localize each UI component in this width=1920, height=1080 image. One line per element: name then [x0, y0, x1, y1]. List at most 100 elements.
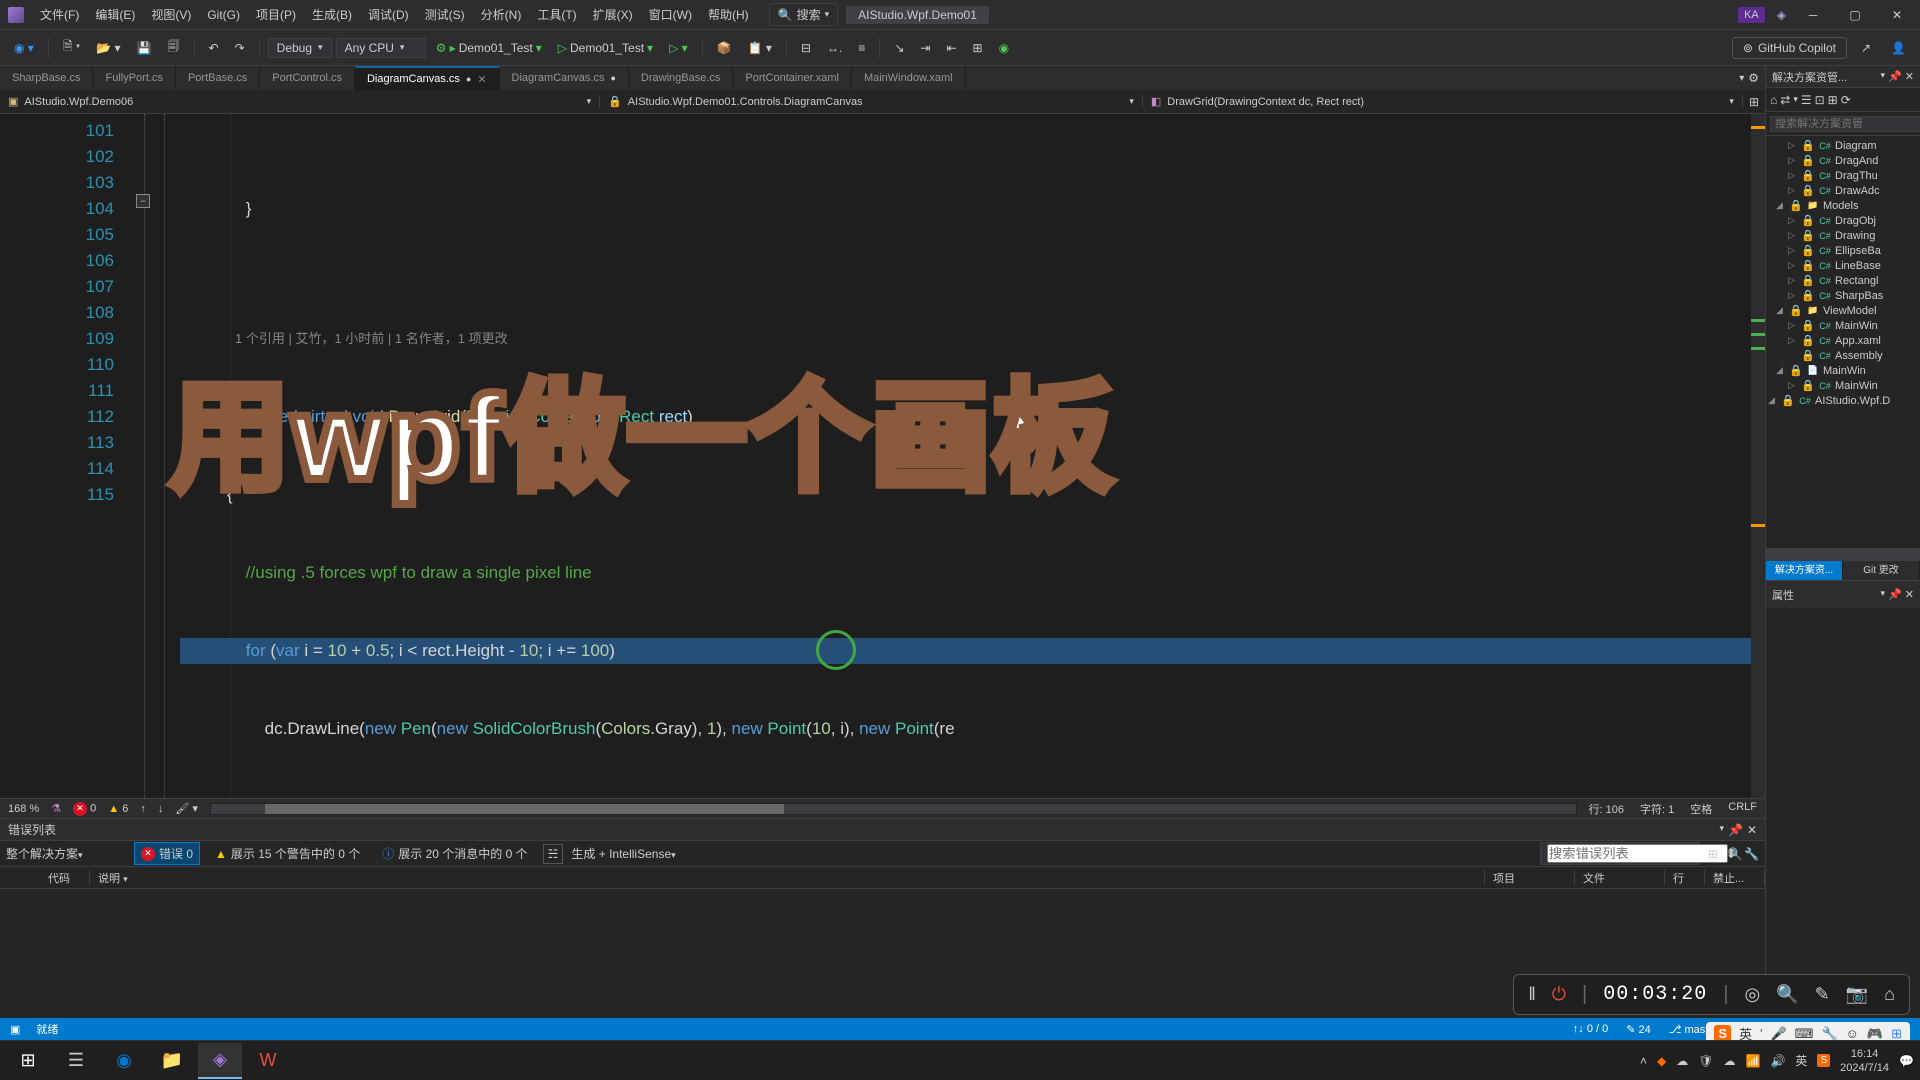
zoom-icon[interactable]: 🔍 — [1776, 984, 1798, 1005]
panel-dropdown-icon[interactable]: ▾ — [1881, 70, 1886, 83]
prop-icon-2[interactable]: ⬇ — [1726, 847, 1736, 861]
tray-brave-icon[interactable]: ◆ — [1657, 1054, 1666, 1068]
minimap-scrollbar[interactable] — [1751, 114, 1765, 798]
hot-reload-button[interactable]: ▷ ▾ — [663, 38, 694, 58]
panel-close-icon[interactable]: ✕ — [1905, 70, 1914, 83]
tab-drawingbase[interactable]: DrawingBase.cs — [629, 66, 733, 90]
new-item-button[interactable]: 🗎 ▾ — [57, 34, 86, 61]
prop-icon-1[interactable]: ⊞ — [1708, 847, 1718, 861]
prop-icon-3[interactable]: 🔧 — [1744, 847, 1759, 861]
tree-item[interactable]: ▷🔒C#Rectangl — [1766, 273, 1920, 288]
wps-icon[interactable]: W — [246, 1043, 290, 1079]
col-line[interactable]: 行 — [1665, 870, 1705, 886]
toolbar-icon-2[interactable]: 📋 ▾ — [742, 38, 778, 58]
menu-build[interactable]: 生成(B) — [304, 6, 360, 23]
redo-button[interactable]: ↷ — [229, 38, 251, 58]
tab-mainwindow[interactable]: MainWindow.xaml — [852, 66, 966, 90]
nav-class-combo[interactable]: 🔒AIStudio.Wpf.Demo01.Controls.DiagramCan… — [600, 95, 1143, 108]
se-icon-2[interactable]: ⇄ — [1780, 93, 1790, 107]
toolbar-icon-9[interactable]: ⊞ — [967, 38, 989, 58]
config-dropdown[interactable]: Debug▾ — [268, 38, 332, 58]
taskbar-clock[interactable]: 16:14 2024/7/14 — [1840, 1047, 1889, 1075]
status-updown[interactable]: ↑↓ 0 / 0 — [1573, 1023, 1608, 1035]
toolbar-icon-6[interactable]: ↘ — [888, 38, 910, 58]
tray-wifi-icon[interactable]: 📶 — [1746, 1054, 1761, 1068]
tab-sharpbase[interactable]: SharpBase.cs — [0, 66, 93, 90]
camera-icon[interactable]: 📷 — [1846, 984, 1868, 1005]
error-filter-button[interactable]: ✕错误 0 — [134, 842, 200, 865]
menu-file[interactable]: 文件(F) — [32, 6, 87, 23]
toolbar-icon-1[interactable]: 📦 — [711, 38, 738, 58]
tree-item[interactable]: ▷🔒C#Diagram — [1766, 138, 1920, 153]
col-project[interactable]: 项目 — [1485, 870, 1575, 886]
tree-item[interactable]: ▷🔒C#EllipseBa — [1766, 243, 1920, 258]
solution-tree[interactable]: ▷🔒C#Diagram▷🔒C#DragAnd▷🔒C#DragThu▷🔒C#Dra… — [1766, 136, 1920, 548]
filter-icon[interactable]: ☵ — [543, 844, 564, 864]
message-filter-button[interactable]: ⓘ展示 20 个消息中的 0 个 — [375, 842, 534, 865]
toolbar-icon-3[interactable]: ⊟ — [795, 38, 817, 58]
tab-portbase[interactable]: PortBase.cs — [176, 66, 260, 90]
user-badge[interactable]: KA — [1738, 7, 1765, 23]
panel-pin-icon[interactable]: 📌 — [1728, 823, 1743, 837]
nav-method-combo[interactable]: ◧DrawGrid(DrawingContext dc, Rect rect)▾ — [1143, 95, 1743, 108]
tabs-dropdown-icon[interactable]: ▾ — [1739, 73, 1744, 84]
zoom-level[interactable]: 168 % — [8, 803, 39, 815]
split-editor-icon[interactable]: ⊞ — [1743, 95, 1765, 109]
error-count[interactable]: ✕ 0 — [73, 802, 96, 816]
toolbar-icon-8[interactable]: ⇤ — [940, 38, 962, 58]
tabs-settings-icon[interactable]: ⚙ — [1748, 71, 1759, 85]
menu-extensions[interactable]: 扩展(X) — [585, 6, 641, 23]
tree-scrollbar[interactable] — [1766, 548, 1920, 560]
tree-item[interactable]: ◢🔒📁ViewModel — [1766, 303, 1920, 318]
char-indicator[interactable]: 字符: 1 — [1640, 801, 1674, 817]
tray-onedrive-icon[interactable]: ☁ — [1724, 1054, 1736, 1068]
warning-count[interactable]: ▲ 6 — [108, 803, 128, 815]
col-suppress[interactable]: 禁止... — [1705, 870, 1765, 886]
tab-diagramcanvas-2[interactable]: DiagramCanvas.cs● — [500, 66, 629, 90]
tree-item[interactable]: ◢🔒📄MainWin — [1766, 363, 1920, 378]
share-button[interactable]: ↗ — [1855, 38, 1877, 58]
code-editor[interactable]: 101 102 103 104 105 106 107 108 109 110 … — [0, 114, 1765, 798]
tab-diagramcanvas-active[interactable]: DiagramCanvas.cs●✕ — [355, 66, 500, 90]
tray-volume-icon[interactable]: 🔊 — [1770, 1054, 1785, 1068]
ime-face-icon[interactable]: ☺ — [1846, 1026, 1859, 1041]
warning-filter-button[interactable]: ▲展示 15 个警告中的 0 个 — [208, 842, 367, 865]
nav-down-icon[interactable]: ↓ — [158, 803, 164, 815]
solution-search-input[interactable] — [1770, 116, 1920, 132]
toolbar-icon-4[interactable]: ↔. — [821, 38, 848, 58]
build-source-dropdown[interactable]: 生成 + IntelliSense▾ — [571, 845, 701, 862]
titlebar-search[interactable]: 🔍 搜索 ▾ — [769, 3, 839, 26]
tray-sogou-icon[interactable]: S — [1817, 1054, 1830, 1067]
tab-portcontainer[interactable]: PortContainer.xaml — [733, 66, 852, 90]
ime-punct-icon[interactable]: ' — [1760, 1026, 1762, 1041]
start-debug-button[interactable]: ⚙ ▸ Demo01_Test ▾ — [430, 38, 548, 58]
save-all-button[interactable]: 🗐 — [162, 34, 186, 61]
se-icon-4[interactable]: ☰ — [1801, 93, 1812, 107]
col-desc[interactable]: 说明 ▾ — [90, 870, 1485, 886]
explorer-icon[interactable]: 📁 — [150, 1043, 194, 1079]
edge-icon[interactable]: ◉ — [102, 1043, 146, 1079]
stop-icon[interactable]: ⏻ — [1552, 984, 1566, 1005]
tray-cloud-icon[interactable]: ☁ — [1676, 1054, 1688, 1068]
platform-dropdown[interactable]: Any CPU▾ — [336, 38, 426, 58]
maximize-button[interactable]: ▢ — [1840, 8, 1870, 22]
menu-window[interactable]: 窗口(W) — [641, 6, 700, 23]
props-pin-icon[interactable]: 📌 — [1888, 588, 1902, 601]
pause-icon[interactable]: ‖ — [1528, 984, 1535, 1005]
tab-portcontrol[interactable]: PortControl.cs — [260, 66, 355, 90]
tree-item[interactable]: ▷🔒C#DragAnd — [1766, 153, 1920, 168]
se-icon-7[interactable]: ⟳ — [1841, 93, 1851, 107]
tree-item[interactable]: 🔒C#Assembly — [1766, 348, 1920, 363]
panel-dropdown-icon[interactable]: ▾ — [1719, 823, 1724, 837]
close-button[interactable]: ✕ — [1882, 8, 1912, 22]
tree-item[interactable]: ▷🔒C#Drawing — [1766, 228, 1920, 243]
tree-item[interactable]: ▷🔒C#DragObj — [1766, 213, 1920, 228]
start-button[interactable]: ⊞ — [6, 1043, 50, 1079]
menu-debug[interactable]: 调试(D) — [360, 6, 417, 23]
toolbar-icon-7[interactable]: ⇥ — [914, 38, 936, 58]
tray-ime-icon[interactable]: 英 — [1795, 1052, 1807, 1069]
toolbar-icon-10[interactable]: ◉ — [993, 38, 1015, 58]
props-dropdown-icon[interactable]: ▾ — [1881, 588, 1886, 601]
se-icon-3[interactable]: ▾ — [1793, 94, 1798, 105]
menu-help[interactable]: 帮助(H) — [700, 6, 757, 23]
